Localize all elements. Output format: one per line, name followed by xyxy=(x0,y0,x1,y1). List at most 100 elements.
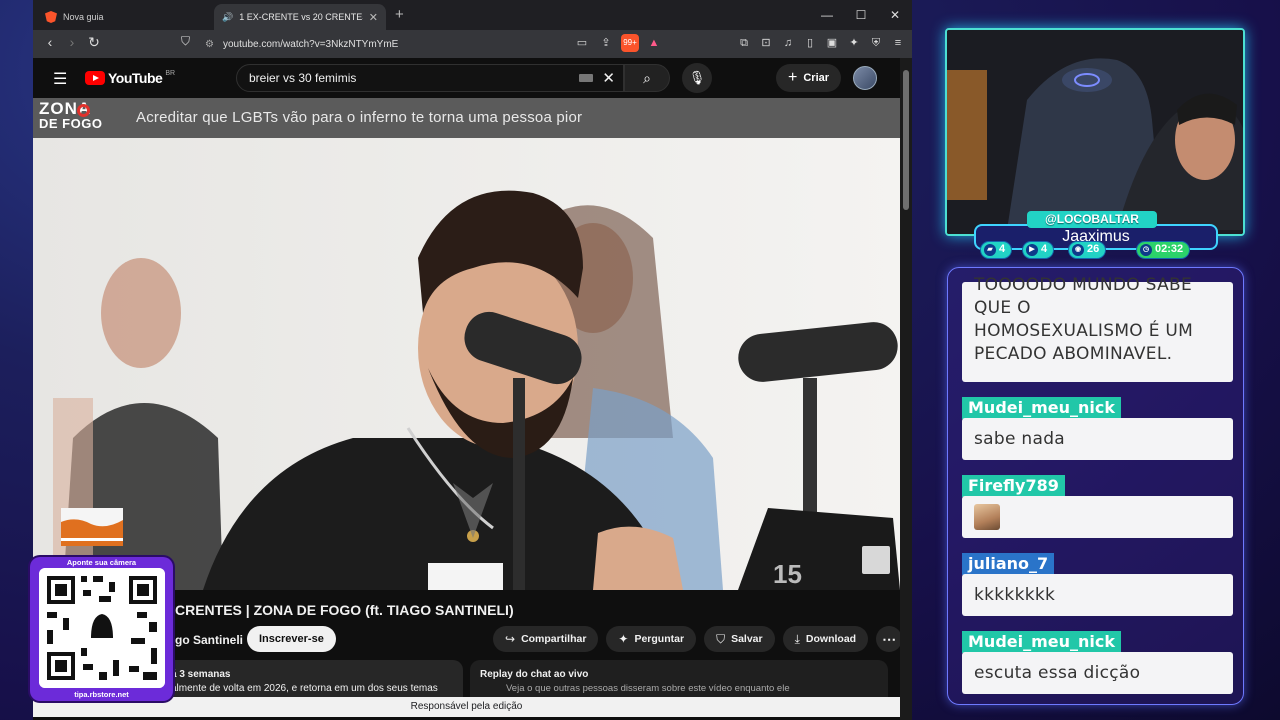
voice-search-button[interactable]: 🎙 xyxy=(682,63,712,93)
chat-username: Mudei_meu_nick xyxy=(962,397,1122,419)
new-tab-button[interactable]: + xyxy=(395,6,404,23)
cast-icon[interactable]: ▭ xyxy=(573,34,591,52)
more-actions-button[interactable]: ⋯ xyxy=(876,626,903,652)
region-code: BR xyxy=(165,70,176,77)
chat-message: kkkkkkkk xyxy=(962,574,1233,616)
ask-button[interactable]: ✦ Perguntar xyxy=(606,626,697,652)
search-value: breier vs 30 femimis xyxy=(249,71,357,85)
chat-message: TOOOODO MUNDO SABE QUE O HOMOSEXUALISMO … xyxy=(962,275,1233,382)
save-button[interactable]: ⛉ Salvar xyxy=(704,626,775,652)
reload-button[interactable]: ↻ xyxy=(83,34,105,51)
hamburger-menu-icon[interactable]: ☰ xyxy=(53,69,67,89)
youtube-logo[interactable]: YouTube BR xyxy=(85,70,175,86)
kick-viewers: ◉ 26 xyxy=(1068,241,1107,259)
subscribe-button[interactable]: Inscrever-se xyxy=(247,626,336,652)
target-icon xyxy=(77,104,90,117)
banner-text: Acreditar que LGBTs vão para o inferno t… xyxy=(136,109,583,126)
tab-youtube[interactable]: 🔊 1 EX-CRENTE vs 20 CRENTES | ZONA DE FO… xyxy=(214,4,386,74)
url-text: youtube.com/watch?v=3NkzNTYmYmE xyxy=(223,38,399,50)
menu-icon[interactable]: ≡ xyxy=(890,34,906,52)
watermark-icon xyxy=(862,546,890,574)
chat-username: juliano_7 xyxy=(962,553,1055,575)
play-logo-icon xyxy=(85,71,105,85)
search-input[interactable]: breier vs 30 femimis ✕ xyxy=(236,64,624,92)
plus-icon: + xyxy=(788,69,798,86)
emote-icon xyxy=(974,504,1000,530)
speaker-icon[interactable]: 🔊 xyxy=(222,12,233,23)
chat-message xyxy=(962,496,1233,538)
chat-overlay: TOOOODO MUNDO SABE QUE O HOMOSEXUALISMO … xyxy=(947,267,1244,705)
brave-rewards-icon[interactable]: ▲ xyxy=(645,34,663,52)
twitch-icon: ▰ xyxy=(984,244,996,256)
qr-code xyxy=(39,568,165,688)
qr-code-overlay: Aponte sua câmera tipa.rbstore.net xyxy=(30,557,173,701)
screenshot-icon[interactable]: ⊡ xyxy=(758,34,774,52)
video-player[interactable]: 15 ZONA DE FOGO Acreditar que LGBTs vão … xyxy=(33,98,900,590)
create-button[interactable]: + Criar xyxy=(776,64,842,92)
download-icon: ⤓ xyxy=(794,631,800,646)
create-label: Criar xyxy=(803,72,830,84)
bookmark-icon: ⛉ xyxy=(716,631,726,646)
minimize-button[interactable]: — xyxy=(810,0,844,30)
music-icon[interactable]: ♫ xyxy=(780,34,796,52)
close-window-button[interactable]: ✕ xyxy=(878,0,912,30)
streamer-handle: @LOCOBALTAR xyxy=(1027,211,1157,228)
maximize-button[interactable]: ☐ xyxy=(844,0,878,30)
share-button[interactable]: ↪ Compartilhar xyxy=(493,626,599,652)
youtube-header: ☰ YouTube BR breier vs 30 femimis ✕ ⌕ 🎙 … xyxy=(33,58,900,98)
sidebar-icon[interactable]: ▯ xyxy=(802,34,818,52)
tab-strip: Nova guia 🔊 1 EX-CRENTE vs 20 CRENTES | … xyxy=(33,0,912,74)
back-button[interactable]: ‹ xyxy=(39,34,61,51)
stream-uptime: ◷ 02:32 xyxy=(1136,241,1191,259)
channel-name[interactable]: go Santineli xyxy=(175,633,243,647)
avatar[interactable] xyxy=(853,66,877,90)
webcam-frame xyxy=(945,28,1245,236)
close-tab-icon[interactable]: ✕ xyxy=(369,11,378,24)
replay-subtitle: Veja o que outras pessoas disseram sobre… xyxy=(506,683,790,694)
window-controls: — ☐ ✕ xyxy=(810,0,912,30)
replay-title: Replay do chat ao vivo xyxy=(480,669,589,680)
zona-de-fogo-logo: ZONA DE FOGO xyxy=(39,99,103,131)
clear-search-icon[interactable]: ✕ xyxy=(602,69,615,87)
sparkle-icon: ✦ xyxy=(618,632,629,646)
tab-label: 1 EX-CRENTE vs 20 CRENTES | ZONA DE FOGO xyxy=(239,12,363,22)
browser-toolbar: ‹ › ↻ ⛉ ⚙ youtube.com/watch?v=3NkzNTYmYm… xyxy=(33,30,912,58)
keyboard-icon[interactable] xyxy=(579,74,593,82)
flag-icon xyxy=(61,508,123,546)
description-text: almente de volta em 2026, e retorna em u… xyxy=(171,683,438,694)
page-scrollbar[interactable] xyxy=(900,58,912,720)
kick-icon: ◉ xyxy=(1072,244,1084,256)
svg-text:15: 15 xyxy=(773,559,802,589)
extensions-icon[interactable]: ⧉ xyxy=(736,34,752,52)
qr-caption-bottom: tipa.rbstore.net xyxy=(74,690,129,699)
share-icon[interactable]: ⇪ xyxy=(597,34,615,52)
youtube-icon: ▶ xyxy=(1026,244,1038,256)
chat-message: escuta essa dicção xyxy=(962,652,1233,694)
lower-third-banner: ZONA DE FOGO Acreditar que LGBTs vão par… xyxy=(33,98,900,138)
logo-text: YouTube xyxy=(108,70,163,86)
share-arrow-icon: ↪ xyxy=(505,632,516,646)
vpn-icon[interactable]: ⛨ xyxy=(868,34,884,52)
youtube-viewers: ▶ 4 xyxy=(1022,241,1055,259)
video-actions: ↪ Compartilhar ✦ Perguntar ⛉ Salvar ⤓ Do… xyxy=(493,626,903,652)
clock-icon: ◷ xyxy=(1140,244,1152,256)
stream-stats: ▰ 4 ▶ 4 ◉ 26 ◷ 02:32 xyxy=(976,241,1216,261)
wallet-icon[interactable]: ▣ xyxy=(824,34,840,52)
tab-label: Nova guia xyxy=(63,12,104,22)
bookmark-icon[interactable]: ⛉ xyxy=(181,34,190,49)
webcam-feed xyxy=(947,30,1243,234)
video-title: CRENTES | ZONA DE FOGO (ft. TIAGO SANTIN… xyxy=(175,602,514,618)
tab-new[interactable]: Nova guia xyxy=(37,4,213,30)
download-button[interactable]: ⤓ Download xyxy=(782,626,869,652)
upload-date: á 3 semanas xyxy=(171,669,231,680)
forward-button[interactable]: › xyxy=(61,34,83,51)
brave-shields-icon[interactable]: 99+ xyxy=(621,34,639,52)
chat-username: Firefly789 xyxy=(962,475,1065,497)
video-frame: 15 xyxy=(33,138,900,590)
leo-icon[interactable]: ✦ xyxy=(846,34,862,52)
brave-icon xyxy=(45,11,57,23)
chat-message: sabe nada xyxy=(962,418,1233,460)
search-button[interactable]: ⌕ xyxy=(624,64,670,92)
site-info-icon[interactable]: ⚙ xyxy=(205,39,223,50)
chat-username: Mudei_meu_nick xyxy=(962,631,1122,653)
